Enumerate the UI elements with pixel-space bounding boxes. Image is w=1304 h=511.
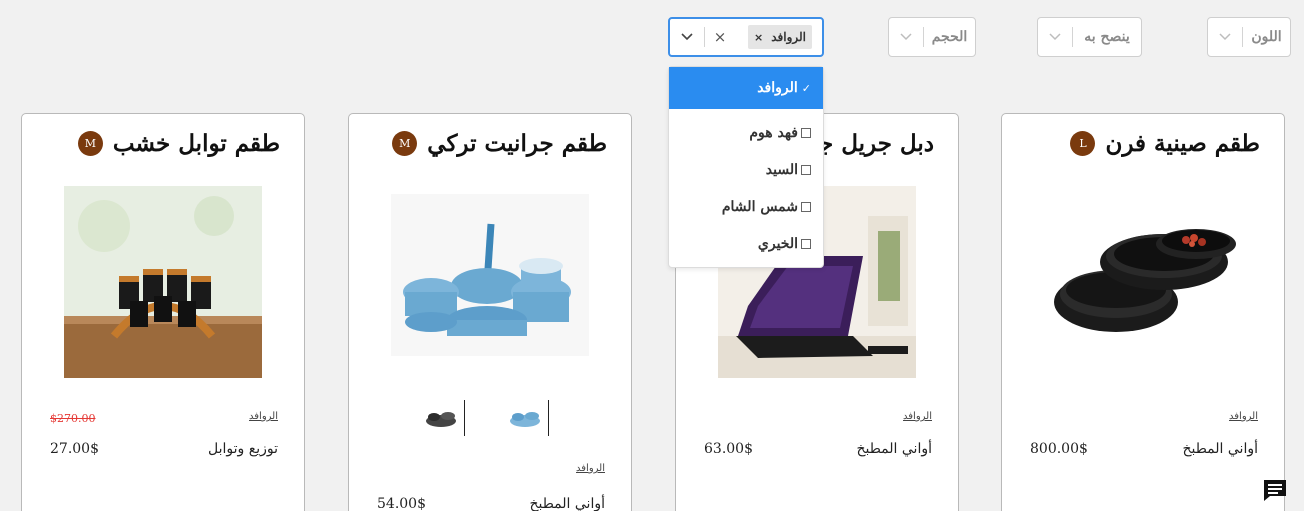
selected-brand-chip: × الروافد: [748, 25, 812, 49]
product-card[interactable]: طقم جرانيت تركي M الروافد أواني المطبخ 5…: [348, 113, 632, 511]
product-price: 63.00$: [704, 441, 753, 457]
product-category: أواني المطبخ: [856, 441, 932, 457]
size-filter-select[interactable]: الحجم: [888, 17, 976, 57]
product-card[interactable]: طقم صينية فرن L الروافد أواني المطبخ 800…: [1001, 113, 1285, 511]
product-category: توزيع وتوابل: [208, 441, 278, 457]
thumbnail-image: [425, 412, 456, 427]
product-title-row: طقم توابل خشب M: [77, 130, 280, 157]
product-brand-link[interactable]: الروافد: [1229, 411, 1258, 422]
product-price: 27.00$: [50, 441, 99, 457]
product-category: أواني المطبخ: [1182, 441, 1258, 457]
product-title-row: طقم صينية فرن L: [1070, 130, 1260, 157]
product-thumbnail[interactable]: [501, 400, 549, 436]
clear-selection-button[interactable]: ×: [705, 28, 735, 46]
brand-filter-select[interactable]: × × الروافد: [668, 17, 824, 57]
size-badge: M: [77, 131, 103, 156]
product-title[interactable]: طقم جرانيت تركي: [427, 130, 607, 157]
brand-option-label: الخيري: [757, 235, 798, 252]
recommended-filter-select[interactable]: ينصح به: [1037, 17, 1142, 57]
selected-brand-chip-label: الروافد: [771, 30, 806, 44]
checkbox-icon[interactable]: [801, 201, 811, 212]
size-badge: L: [1070, 131, 1096, 156]
product-price: 54.00$: [377, 496, 426, 511]
size-badge: M: [392, 131, 418, 156]
color-filter-label: اللون: [1251, 29, 1282, 45]
size-filter-label: الحجم: [931, 29, 968, 45]
product-thumbnail[interactable]: [417, 400, 465, 436]
chevron-down-icon: [1038, 18, 1072, 56]
chevron-down-icon[interactable]: [670, 19, 704, 55]
product-brand-link[interactable]: الروافد: [249, 411, 278, 422]
checkbox-icon[interactable]: [801, 127, 811, 138]
chevron-down-icon: [889, 18, 923, 56]
product-brand-link[interactable]: الروافد: [576, 463, 605, 474]
recommended-filter-label: ينصح به: [1084, 29, 1130, 45]
brand-dropdown-menu: الروافد ✓ فهد هوم السيد شمس الشام الخيري: [668, 66, 824, 268]
chevron-down-icon: [1208, 18, 1242, 56]
chat-icon[interactable]: [1262, 478, 1288, 502]
brand-option[interactable]: شمس الشام: [669, 189, 823, 224]
product-image-granite-cookware-set[interactable]: [391, 194, 589, 356]
product-brand-link[interactable]: الروافد: [903, 411, 932, 422]
thumbnail-image: [509, 412, 540, 427]
product-title[interactable]: طقم توابل خشب: [113, 130, 280, 157]
brand-option-label: الروافد: [757, 80, 798, 96]
remove-chip-button[interactable]: ×: [754, 31, 763, 44]
brand-option[interactable]: فهد هوم: [669, 115, 823, 150]
brand-option[interactable]: الروافد ✓: [669, 67, 823, 109]
product-category: أواني المطبخ: [529, 496, 605, 511]
brand-option-label: السيد: [765, 161, 798, 178]
brand-option[interactable]: الخيري: [669, 226, 823, 261]
checkbox-icon[interactable]: [801, 164, 811, 175]
brand-option-label: شمس الشام: [721, 198, 798, 215]
checkbox-icon[interactable]: [801, 238, 811, 249]
color-filter-select[interactable]: اللون: [1207, 17, 1291, 57]
brand-option-label: فهد هوم: [749, 124, 798, 141]
product-image-wood-spice-set[interactable]: [64, 186, 262, 378]
product-title[interactable]: طقم صينية فرن: [1105, 130, 1260, 157]
brand-option[interactable]: السيد: [669, 152, 823, 187]
product-title-row: طقم جرانيت تركي M: [392, 130, 607, 157]
product-image-baking-pans[interactable]: [1046, 214, 1246, 349]
product-price: 800.00$: [1030, 441, 1088, 457]
product-card[interactable]: طقم توابل خشب M الروافد $270.00 توزيع وت…: [21, 113, 305, 511]
check-icon: ✓: [801, 81, 811, 95]
product-old-price: $270.00: [50, 412, 96, 425]
